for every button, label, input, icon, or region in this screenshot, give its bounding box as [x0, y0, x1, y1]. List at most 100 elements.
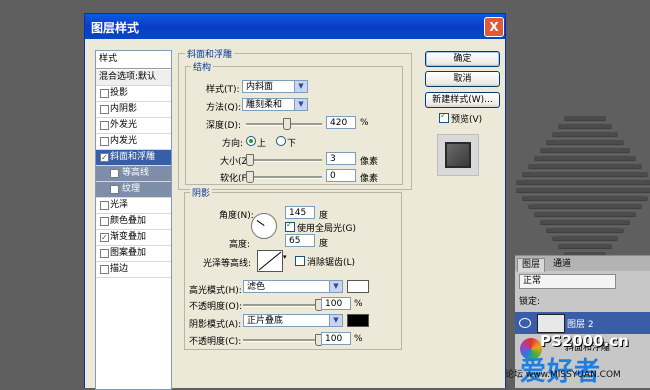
- style-item-checkbox[interactable]: [100, 89, 109, 98]
- highlight-opacity-track[interactable]: [243, 304, 319, 307]
- style-item-checkbox[interactable]: [100, 105, 109, 114]
- artwork-stripe: [564, 116, 606, 120]
- technique-select[interactable]: 雕刻柔和 ▼: [242, 98, 308, 111]
- gloss-contour-picker[interactable]: [257, 250, 283, 272]
- style-item[interactable]: 纹理: [96, 182, 171, 198]
- shadow-mode-select[interactable]: 正片叠底 ▼: [243, 314, 343, 327]
- layer-blend-mode-select[interactable]: 正常: [519, 274, 616, 289]
- style-item-checkbox[interactable]: [100, 137, 109, 146]
- new-style-button[interactable]: 新建样式(W)...: [425, 92, 500, 108]
- artwork-stripe: [540, 220, 630, 224]
- style-preview-swatch: [437, 134, 479, 176]
- style-item-label: 内阴影: [110, 104, 138, 114]
- style-item[interactable]: 斜面和浮雕: [96, 150, 171, 166]
- style-item[interactable]: 渐变叠加: [96, 230, 171, 246]
- shadow-opacity-input[interactable]: 100: [321, 332, 351, 345]
- style-item-label: 投影: [110, 88, 129, 98]
- style-item-checkbox[interactable]: [110, 185, 119, 194]
- style-item-checkbox[interactable]: [100, 217, 109, 226]
- antialias-checkbox[interactable]: [295, 256, 305, 266]
- style-item[interactable]: 内发光: [96, 134, 171, 150]
- artwork-stripe: [522, 196, 648, 200]
- shadow-opacity-label: 不透明度(C):: [189, 337, 242, 347]
- bevel-emboss-group: 斜面和浮雕 结构 样式(T): 内斜面 ▼ 方法(Q): 雕刻柔和 ▼ 深度(D…: [178, 47, 412, 190]
- direction-down-radio[interactable]: [276, 136, 286, 146]
- depth-slider-thumb[interactable]: [283, 118, 291, 130]
- tab-layers[interactable]: 图层: [517, 258, 546, 272]
- artwork-stripe: [546, 140, 624, 144]
- preview-checkbox[interactable]: [439, 111, 449, 123]
- size-slider-track[interactable]: [246, 159, 322, 162]
- chevron-down-icon: ▼: [294, 81, 307, 92]
- highlight-mode-select[interactable]: 滤色 ▼: [243, 280, 343, 293]
- style-item-checkbox[interactable]: [100, 201, 109, 210]
- style-item-checkbox[interactable]: [100, 230, 109, 245]
- altitude-input[interactable]: 65: [285, 234, 315, 247]
- style-item[interactable]: 颜色叠加: [96, 214, 171, 230]
- styles-header[interactable]: 样式: [96, 51, 171, 69]
- artwork-stripe: [534, 212, 636, 216]
- chevron-down-icon: ▼: [294, 99, 307, 110]
- close-icon[interactable]: X: [484, 17, 504, 37]
- contour-chevron-icon[interactable]: ▾: [283, 253, 287, 261]
- depth-label: 深度(D):: [206, 121, 241, 131]
- style-item-label: 图案叠加: [110, 248, 147, 258]
- layer-name: 图层 2: [567, 320, 594, 330]
- size-slider-thumb[interactable]: [246, 154, 254, 166]
- soften-slider-track[interactable]: [246, 176, 322, 179]
- layer-row[interactable]: 图层 2: [515, 312, 650, 334]
- cancel-button[interactable]: 取消: [425, 71, 500, 87]
- artwork-stripe: [546, 228, 624, 232]
- angle-label: 角度(N):: [219, 211, 254, 221]
- style-item-checkbox[interactable]: [100, 265, 109, 274]
- artwork-stripe: [558, 124, 612, 128]
- shadow-opacity-track[interactable]: [243, 339, 319, 342]
- bevel-style-select[interactable]: 内斜面 ▼: [242, 80, 308, 93]
- artwork-stripe: [552, 236, 618, 240]
- angle-indicator: [256, 220, 265, 226]
- highlight-color-swatch[interactable]: [347, 280, 369, 293]
- chevron-down-icon: ▼: [329, 281, 342, 292]
- angle-dial[interactable]: [251, 213, 277, 239]
- dialog-title: 图层样式: [91, 21, 140, 35]
- soften-input[interactable]: 0: [326, 169, 356, 182]
- style-item-label: 渐变叠加: [110, 232, 147, 242]
- style-item-checkbox[interactable]: [100, 121, 109, 130]
- style-item[interactable]: 光泽: [96, 198, 171, 214]
- highlight-mode-label: 高光模式(H):: [189, 286, 242, 296]
- style-item-checkbox[interactable]: [100, 150, 109, 165]
- style-item[interactable]: 投影: [96, 86, 171, 102]
- shading-group: 阴影 角度(N): 145 度 使用全局光(G) 高度: 65 度 光泽等高线:…: [184, 186, 402, 350]
- style-item-checkbox[interactable]: [110, 169, 119, 178]
- direction-up-radio[interactable]: [246, 136, 256, 146]
- depth-input[interactable]: 420: [326, 116, 356, 129]
- style-item-label: 颜色叠加: [110, 216, 147, 226]
- highlight-opacity-input[interactable]: 100: [321, 297, 351, 310]
- highlight-opacity-label: 不透明度(O):: [189, 302, 243, 312]
- ok-button[interactable]: 确定: [425, 51, 500, 67]
- style-item[interactable]: 描边: [96, 262, 171, 278]
- visibility-eye-icon[interactable]: [519, 318, 531, 328]
- angle-input[interactable]: 145: [285, 206, 315, 219]
- shadow-color-swatch[interactable]: [347, 314, 369, 327]
- bevel-section-title: 斜面和浮雕: [185, 47, 235, 60]
- soften-slider-thumb[interactable]: [246, 171, 254, 183]
- depth-unit: %: [360, 118, 369, 128]
- style-item[interactable]: 等高线: [96, 166, 171, 182]
- layer-lock-label: 锁定:: [519, 297, 541, 307]
- dialog-titlebar[interactable]: 图层样式 X: [85, 14, 505, 39]
- global-light-checkbox[interactable]: [285, 220, 295, 232]
- tab-channels[interactable]: 通道: [549, 258, 575, 271]
- size-input[interactable]: 3: [326, 152, 356, 165]
- style-item[interactable]: 内阴影: [96, 102, 171, 118]
- watermark-brand: PS2000.cn: [540, 332, 629, 350]
- altitude-unit: 度: [319, 239, 329, 249]
- style-item[interactable]: 图案叠加: [96, 246, 171, 262]
- style-item-checkbox[interactable]: [100, 249, 109, 258]
- blend-options-item[interactable]: 混合选项:默认: [96, 70, 171, 86]
- style-item[interactable]: 外发光: [96, 118, 171, 134]
- layer-thumbnail: [537, 314, 565, 333]
- shading-legend: 阴影: [190, 186, 213, 199]
- direction-down-label: 下: [287, 139, 297, 149]
- shadow-mode-label: 阴影模式(A):: [189, 320, 242, 330]
